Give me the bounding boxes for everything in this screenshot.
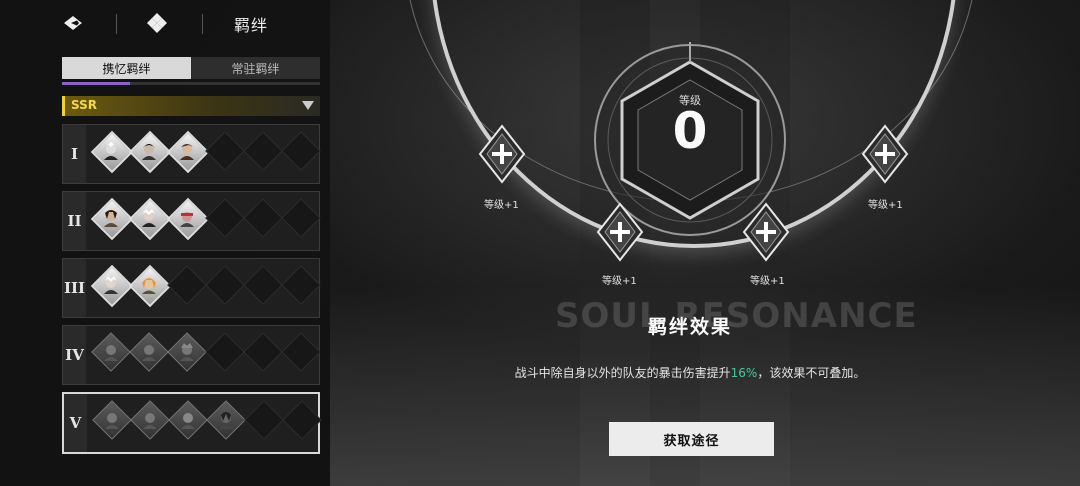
character-slot[interactable] (89, 259, 134, 317)
empty-slot (203, 326, 245, 384)
character-portrait-icon (104, 142, 118, 160)
character-slot[interactable] (127, 125, 172, 183)
empty-slot (241, 259, 283, 317)
tier-row-2[interactable]: II (62, 191, 321, 251)
tier-slots (90, 394, 322, 452)
locked-character-slot[interactable] (90, 394, 132, 452)
character-slot[interactable] (165, 125, 210, 183)
tier-label: I (63, 125, 86, 183)
locked-character-slot[interactable] (128, 394, 170, 452)
plus-diamond-icon (478, 124, 526, 184)
locked-portrait-icon (104, 345, 118, 361)
empty-slot (241, 326, 283, 384)
locked-character-slot[interactable] (165, 326, 207, 384)
empty-slot (280, 394, 322, 452)
tab-underline-indicator (62, 82, 130, 85)
character-portrait-icon (180, 212, 194, 227)
effect-title: 羁绊效果 (647, 316, 732, 338)
node-caption: 等级+1 (868, 200, 903, 211)
tier-label: IV (63, 326, 86, 384)
empty-slot (241, 125, 283, 183)
node-caption: 等级+1 (484, 200, 519, 211)
tier-row-5[interactable]: V (62, 392, 322, 454)
plus-diamond-icon (596, 202, 644, 262)
tier-row-4[interactable]: IV (62, 325, 321, 385)
tab-memory-bond[interactable]: 携忆羁绊 (62, 57, 191, 79)
locked-portrait-icon (105, 413, 119, 429)
tier-row-3[interactable]: III (62, 258, 321, 318)
locked-portrait-icon (143, 413, 157, 429)
home-diamond-icon[interactable] (146, 12, 168, 34)
plus-diamond-icon (742, 202, 790, 262)
node-caption: 等级+1 (602, 276, 637, 287)
character-slot[interactable] (165, 192, 210, 250)
tier-label: V (64, 394, 87, 452)
level-up-node[interactable] (477, 124, 527, 184)
locked-portrait-icon (142, 345, 156, 361)
level-up-node[interactable] (595, 202, 645, 262)
character-slot[interactable] (89, 192, 134, 250)
tier-label: II (63, 192, 86, 250)
bond-tabs: 携忆羁绊 常驻羁绊 (62, 57, 320, 79)
character-portrait-icon (142, 278, 156, 294)
locked-portrait-icon (181, 413, 195, 429)
empty-slot (203, 192, 245, 250)
top-bar: 羁绊 (0, 0, 330, 46)
tier-slots (89, 326, 321, 384)
empty-slot (241, 192, 283, 250)
back-logo-icon[interactable] (62, 12, 84, 34)
character-portrait-icon (180, 144, 194, 160)
level-up-node[interactable] (741, 202, 791, 262)
node-caption: 等级+1 (750, 276, 785, 287)
empty-slot (279, 125, 321, 183)
character-portrait-icon (142, 144, 156, 160)
empty-slot (203, 259, 245, 317)
separator (116, 14, 117, 34)
empty-slot (242, 394, 284, 452)
obtain-path-button[interactable]: 获取途径 (609, 422, 774, 456)
separator (202, 14, 203, 34)
tier-label: III (63, 259, 86, 317)
empty-slot (279, 259, 321, 317)
character-portrait-icon (104, 276, 118, 294)
plus-diamond-icon (861, 124, 909, 184)
effect-description: 战斗中除自身以外的队友的暴击伤害提升16%，该效果不可叠加。 (514, 366, 866, 380)
character-portrait-icon (142, 209, 156, 227)
level-up-node[interactable] (860, 124, 910, 184)
rarity-dropdown-value: SSR (71, 98, 97, 112)
empty-slot (279, 326, 321, 384)
empty-slot (279, 192, 321, 250)
character-slot[interactable] (89, 125, 134, 183)
tab-permanent-bond[interactable]: 常驻羁绊 (191, 57, 320, 79)
empty-slot (203, 125, 245, 183)
tier-slots (89, 259, 321, 317)
page-title: 羁绊 (234, 16, 269, 35)
left-panel: 羁绊 携忆羁绊 常驻羁绊 SSR I II III IV V (0, 0, 330, 486)
character-slot[interactable] (127, 192, 172, 250)
locked-character-slot[interactable] (166, 394, 208, 452)
rarity-dropdown[interactable]: SSR (62, 96, 320, 116)
chevron-down-icon (302, 101, 314, 110)
tier-row-1[interactable]: I (62, 124, 321, 184)
tier-slots (89, 125, 321, 183)
locked-portrait-icon (180, 343, 194, 361)
tier-slots (89, 192, 321, 250)
empty-slot (165, 259, 207, 317)
locked-character-slot[interactable] (89, 326, 131, 384)
locked-character-slot[interactable] (204, 394, 246, 452)
character-slot[interactable] (127, 259, 172, 317)
effect-value: 16% (730, 366, 758, 380)
locked-portrait-icon (219, 412, 233, 429)
character-portrait-icon (104, 210, 118, 227)
locked-character-slot[interactable] (127, 326, 169, 384)
level-value: 0 (672, 102, 708, 160)
